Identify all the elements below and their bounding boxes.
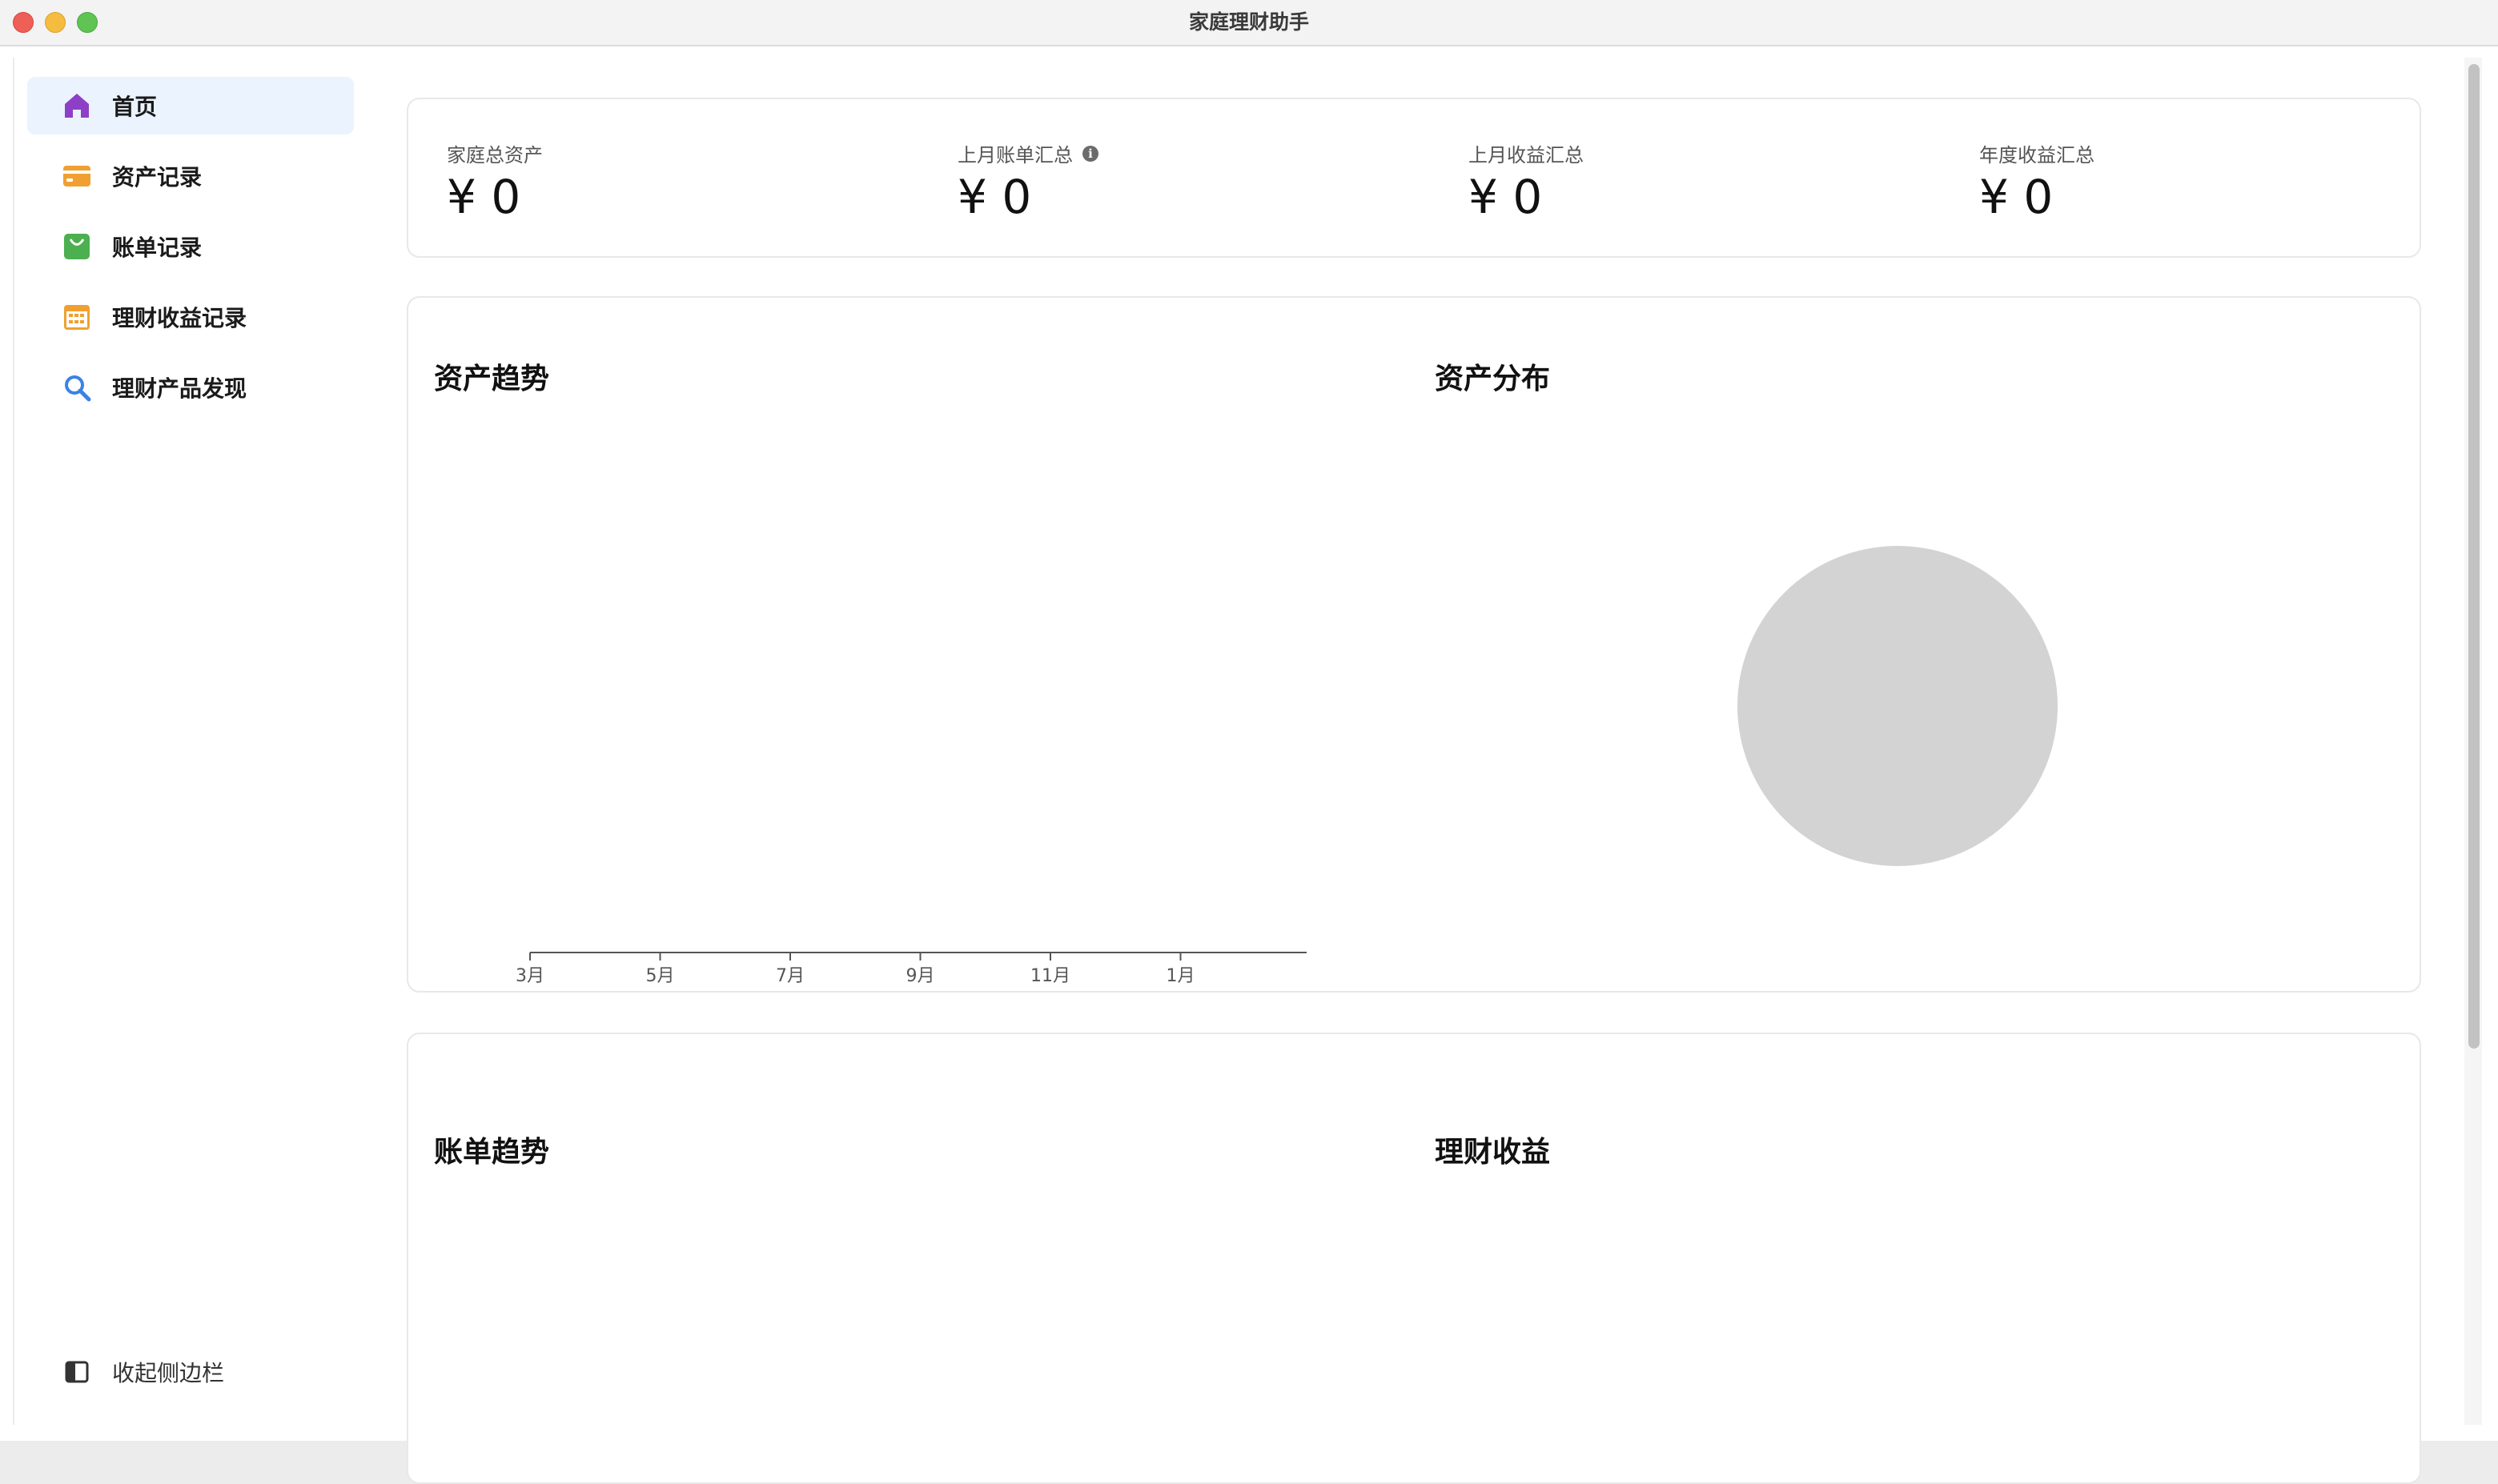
sidebar-item-label: 首页 [112,94,158,120]
asset-distribution-chart [1737,546,2058,866]
pie-empty-slice [1737,546,2058,866]
sidebar-item-income-records[interactable]: 理财收益记录 [27,288,354,346]
x-tick-label: 9月 [906,966,935,986]
x-axis-ticks: 3月 5月 7月 9月 11月 1月 [516,953,1195,986]
search-icon [61,371,93,403]
sidebar-item-label: 资产记录 [112,164,203,191]
sidebar-item-label: 理财收益记录 [112,305,247,331]
stat-label: 上月收益汇总 [1468,144,1584,166]
x-tick-label: 11月 [1030,966,1070,986]
sidebar-item-home[interactable]: 首页 [27,77,354,134]
card-icon [61,160,93,192]
sidebar-item-assets[interactable]: 资产记录 [27,147,354,205]
home-icon [61,90,93,122]
x-tick-label: 7月 [776,966,805,986]
sidebar-toggle-icon [61,1356,93,1388]
stat-value: ¥ 0 [958,170,1032,224]
scrollbar-thumb[interactable] [2468,64,2480,1049]
bag-icon [61,231,93,263]
sidebar-item-product-discovery[interactable]: 理财产品发现 [27,359,354,416]
charts-card: 资产趋势 资产分布 3月 5月 7月 9月 11月 1月 [407,296,2421,993]
collapse-sidebar-label: 收起侧边栏 [112,1360,225,1386]
stat-label: 家庭总资产 [447,144,543,166]
stat-label: 年度收益汇总 [1979,144,2094,166]
sidebar: 首页 资产记录 账单记录 理财收益记录 理财产品发现 收起侧边栏 [13,58,368,1425]
info-icon[interactable]: i [1082,145,1098,162]
collapse-sidebar-button[interactable]: 收起侧边栏 [27,1343,354,1401]
title-bar: 家庭理财助手 [0,0,2498,46]
main-content: 家庭总资产 ¥ 0 上月账单汇总 i ¥ 0 上月收益汇总 ¥ 0 年度收益汇总 … [367,58,2468,1484]
stat-label: 上月账单汇总 [958,144,1073,166]
x-tick-label: 1月 [1167,966,1195,986]
stat-value: ¥ 0 [1979,170,2054,224]
charts-card-2: 账单趋势 理财收益 [407,1033,2421,1484]
bill-trend-title: 账单趋势 [434,1136,550,1169]
sidebar-item-label: 账单记录 [112,235,203,261]
sidebar-item-label: 理财产品发现 [112,375,247,402]
stat-value: ¥ 0 [1468,170,1543,224]
summary-card: 家庭总资产 ¥ 0 上月账单汇总 i ¥ 0 上月收益汇总 ¥ 0 年度收益汇总 … [407,98,2421,258]
x-tick-label: 3月 [516,966,544,986]
app-window: 家庭理财助手 首页 资产记录 账单记录 理财收益记录 理财产品发现 收起侧边栏 … [0,0,2498,1484]
window-title: 家庭理财助手 [1188,10,1309,34]
asset-trend-chart: 3月 5月 7月 9月 11月 1月 [516,952,1307,986]
x-tick-label: 5月 [646,966,675,986]
calendar-icon [61,301,93,333]
asset-distribution-title: 资产分布 [1435,363,1551,395]
sidebar-item-bills[interactable]: 账单记录 [27,218,354,275]
investment-income-title: 理财收益 [1435,1136,1551,1169]
stat-value: ¥ 0 [447,170,521,224]
